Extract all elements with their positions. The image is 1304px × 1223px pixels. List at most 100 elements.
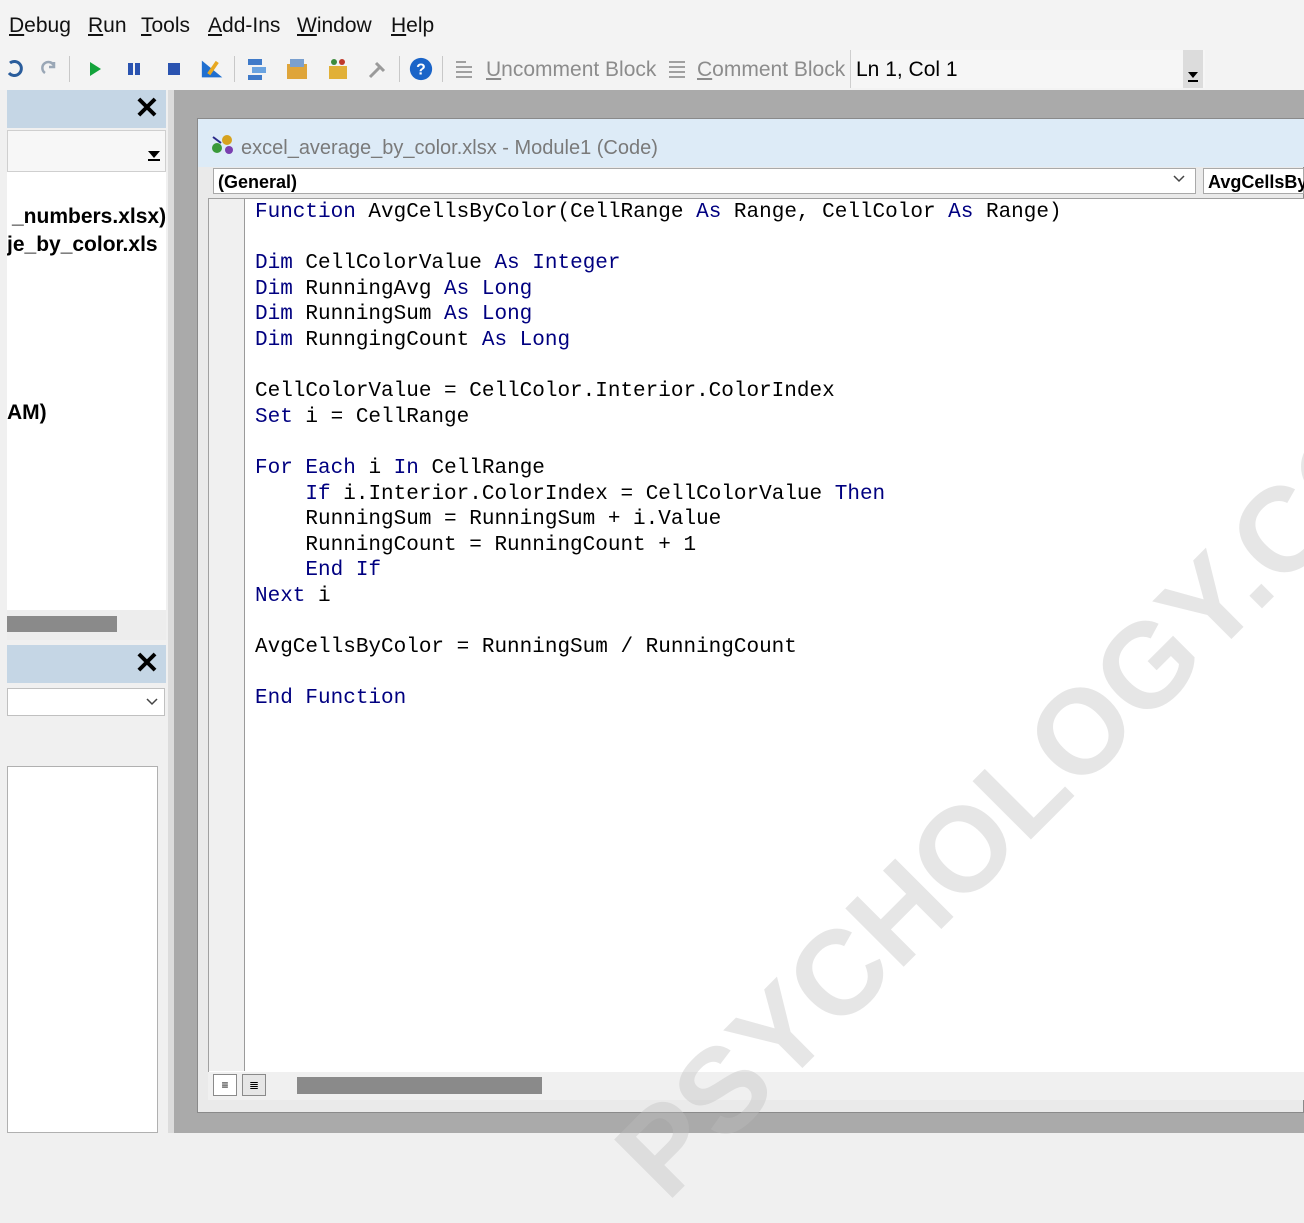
- tree-item[interactable]: _numbers.xlsx): [12, 205, 166, 229]
- code-keyword: As: [696, 201, 722, 224]
- code-text: CellColorValue = CellColor.Interior.Colo…: [255, 380, 835, 404]
- uncomment-block-button[interactable]: Uncomment Block: [486, 58, 656, 82]
- code-line[interactable]: RunningCount = RunningCount + 1: [255, 534, 696, 557]
- project-tree: _numbers.xlsx) je_by_color.xls AM): [7, 172, 166, 610]
- reset-icon[interactable]: [161, 56, 187, 82]
- menu-window-accel: W: [297, 14, 317, 37]
- code-keyword: Integer: [532, 252, 621, 276]
- code-keyword: Next: [255, 585, 306, 608]
- uncomment-label: ncomment Block: [501, 58, 657, 81]
- project-scrollbar-thumb[interactable]: [7, 616, 117, 632]
- code-line[interactable]: For Each i In CellRange: [255, 457, 545, 480]
- menu-run[interactable]: Run: [88, 14, 127, 38]
- project-explorer-icon[interactable]: [244, 56, 270, 82]
- vba-project-icon: [212, 135, 233, 154]
- menu-tools[interactable]: Tools: [141, 14, 190, 38]
- comment-block-icon[interactable]: [664, 56, 690, 82]
- comment-block-button[interactable]: Comment Block: [697, 58, 845, 82]
- code-line[interactable]: Function AvgCellsByColor(CellRange As Ra…: [255, 201, 1062, 224]
- uncomment-block-icon[interactable]: [451, 56, 477, 82]
- toolbar-options-dropdown[interactable]: [1183, 50, 1203, 88]
- menu-debug-label: ebug: [24, 14, 71, 37]
- dropdown-icon[interactable]: [145, 139, 163, 163]
- tree-item[interactable]: AM): [7, 401, 47, 425]
- chevron-down-icon: [146, 698, 158, 706]
- code-keyword: Dim: [255, 252, 293, 276]
- code-keyword: If: [305, 482, 331, 506]
- tree-item[interactable]: je_by_color.xls: [7, 233, 158, 257]
- code-text: CellColorValue: [292, 252, 495, 276]
- object-browser-icon[interactable]: [325, 56, 351, 82]
- menu-tools-accel: T: [141, 14, 152, 37]
- menu-window-label: indow: [316, 14, 372, 37]
- menu-bar: Debug Run Tools Add-Ins Window Help: [0, 0, 1304, 48]
- code-text: i.Interior.ColorIndex = CellColorValue: [330, 482, 835, 506]
- code-keyword: Long: [481, 277, 533, 301]
- code-line[interactable]: Set i = CellRange: [255, 406, 469, 429]
- close-properties-button[interactable]: ✕: [132, 648, 162, 680]
- code-line[interactable]: End Function: [255, 687, 406, 710]
- code-text: Range): [973, 201, 1062, 224]
- menu-window[interactable]: Window: [297, 14, 372, 38]
- code-line[interactable]: Dim CellColorValue As Integer: [255, 252, 621, 275]
- code-keyword: Function: [305, 687, 407, 711]
- object-dropdown[interactable]: [213, 168, 1196, 194]
- code-line[interactable]: AvgCellsByColor = RunningSum / RunningCo…: [255, 636, 797, 659]
- code-keyword: For: [255, 457, 293, 480]
- toolbar-separator: [69, 56, 70, 82]
- code-text: i: [305, 585, 331, 608]
- code-line[interactable]: CellColorValue = CellColor.Interior.Colo…: [255, 380, 835, 403]
- margin-indicator-bar[interactable]: [209, 199, 245, 1071]
- code-text: CellRange: [418, 457, 545, 480]
- code-line[interactable]: Next i: [255, 585, 331, 608]
- code-text: i = CellRange: [292, 405, 470, 429]
- design-mode-icon[interactable]: [200, 56, 226, 82]
- code-keyword: Set: [255, 405, 293, 429]
- code-keyword: Then: [834, 482, 886, 506]
- code-line[interactable]: Dim RunngingCount As Long: [255, 329, 570, 352]
- code-keyword: As: [481, 329, 508, 352]
- menu-help-label: elp: [406, 14, 435, 37]
- code-keyword: As: [444, 277, 470, 301]
- code-line[interactable]: End If: [255, 559, 381, 582]
- code-line[interactable]: Dim RunningAvg As Long: [255, 278, 532, 301]
- menu-add-ins[interactable]: Add-Ins: [208, 14, 280, 38]
- code-line[interactable]: If i.Interior.ColorIndex = CellColorValu…: [255, 483, 885, 506]
- break-icon[interactable]: [121, 56, 147, 82]
- toolbox-icon[interactable]: [365, 56, 391, 82]
- cursor-position: Ln 1, Col 1: [856, 58, 958, 81]
- procedure-view-button[interactable]: ≡: [213, 1074, 237, 1096]
- procedure-dropdown-value: AvgCellsByColor: [1208, 172, 1304, 192]
- code-scrollbar-thumb[interactable]: [297, 1077, 542, 1094]
- code-line[interactable]: Dim RunningSum As Long: [255, 303, 532, 326]
- menu-add-ins-accel: A: [208, 14, 223, 37]
- project-toolbar: [7, 130, 166, 172]
- toolbar-separator: [234, 56, 235, 82]
- object-dropdown-value: (General): [218, 172, 298, 192]
- code-keyword: Long: [481, 303, 533, 327]
- properties-grid[interactable]: [7, 766, 158, 1133]
- menu-run-accel: R: [88, 14, 104, 37]
- code-text: RunngingCount: [292, 329, 482, 352]
- properties-window-icon[interactable]: [284, 56, 310, 82]
- menu-help[interactable]: Help: [391, 14, 434, 38]
- chevron-down-icon[interactable]: [1172, 170, 1186, 191]
- comment-accel: C: [697, 58, 713, 81]
- code-text: AvgCellsByColor(CellRange: [355, 201, 697, 224]
- code-keyword: Dim: [255, 303, 293, 327]
- menu-debug[interactable]: Debug: [9, 14, 71, 38]
- properties-object-dropdown[interactable]: [7, 688, 165, 716]
- help-icon[interactable]: ?: [408, 56, 434, 82]
- code-window-title: excel_average_by_color.xlsx - Module1 (C…: [241, 137, 658, 159]
- undo-icon[interactable]: [2, 56, 28, 82]
- close-project-explorer-button[interactable]: ✕: [132, 93, 162, 125]
- code-line[interactable]: RunningSum = RunningSum + i.Value: [255, 508, 721, 531]
- redo-icon[interactable]: [36, 56, 62, 82]
- full-module-view-button[interactable]: ≣: [242, 1074, 266, 1096]
- run-icon[interactable]: [82, 56, 108, 82]
- menu-tools-label: ools: [151, 14, 191, 37]
